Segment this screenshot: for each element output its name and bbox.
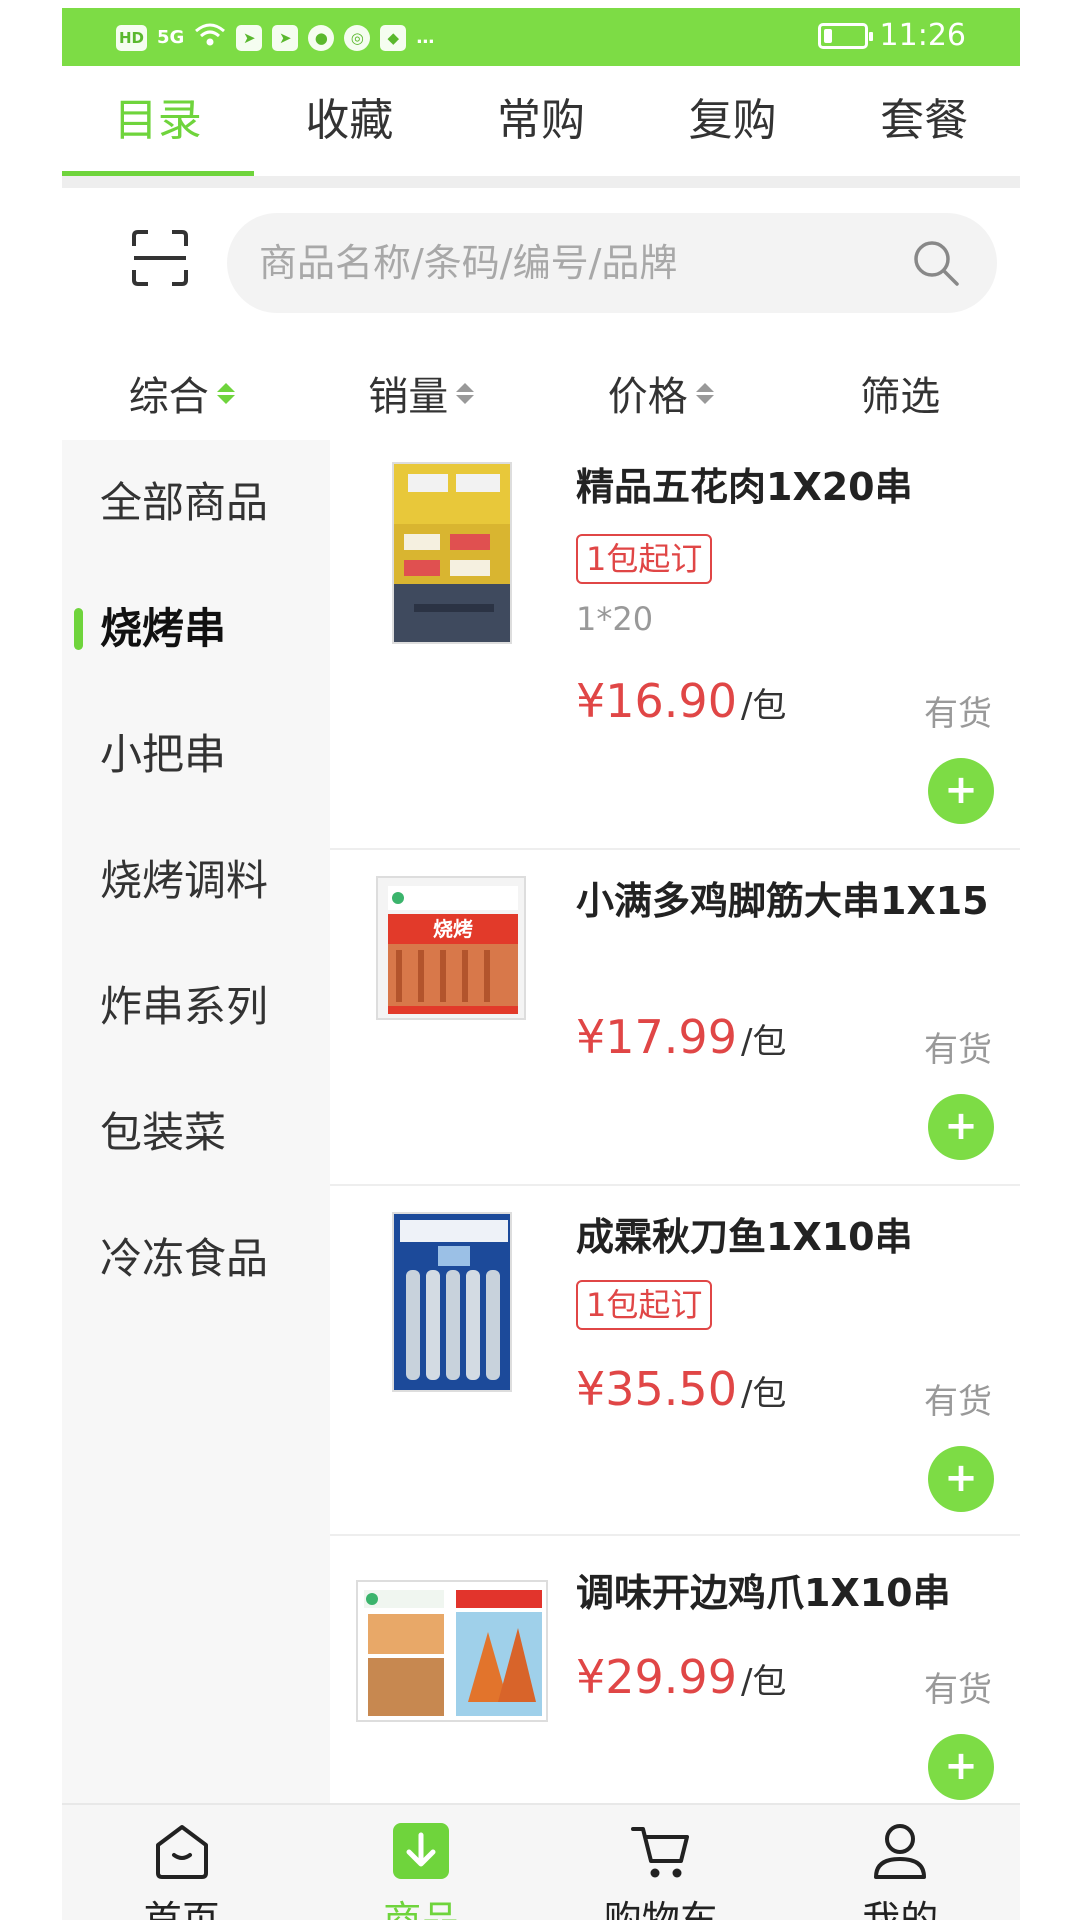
goods-icon <box>393 1823 450 1879</box>
stock-status: 有货 <box>924 1382 992 1422</box>
clock: 11:26 <box>879 18 966 53</box>
divider <box>62 176 1020 188</box>
category-bbq-seasoning[interactable]: 烧烤调料 <box>62 818 330 944</box>
nav-mine[interactable]: 我的 <box>781 1805 1021 1920</box>
product-price: ¥16.90/包 <box>576 674 786 728</box>
stock-status: 有货 <box>924 1670 992 1710</box>
search-icon[interactable] <box>911 238 961 288</box>
product-spec: 1*20 <box>576 600 654 638</box>
battery-icon <box>817 22 873 49</box>
add-to-cart-button[interactable]: + <box>928 1446 994 1512</box>
category-packaged-dishes[interactable]: 包装菜 <box>62 1070 330 1196</box>
tab-combo[interactable]: 套餐 <box>828 66 1020 176</box>
product-card[interactable]: 精品五花肉1X20串 1包起订 1*20 ¥16.90/包 有货 + <box>330 440 1020 850</box>
price-unit: /包 <box>740 1022 787 1062</box>
price-unit: /包 <box>740 1662 787 1702</box>
status-icons-left: HD 5G ➤ ➤ ● ◎ ◆ … <box>116 22 434 53</box>
home-icon <box>155 1825 208 1879</box>
add-to-cart-button[interactable]: + <box>928 1734 994 1800</box>
nav-cart[interactable]: 购物车 <box>541 1805 781 1920</box>
add-to-cart-button[interactable]: + <box>928 758 994 824</box>
more-notifications-icon: … <box>416 27 435 48</box>
app-screen: HD 5G ➤ ➤ ● ◎ ◆ … 11:26 目录 收藏 常购 复购 套餐 商… <box>62 8 1020 1920</box>
price-value: ¥29.99 <box>576 1650 737 1704</box>
category-all[interactable]: 全部商品 <box>62 440 330 566</box>
tab-rebuy[interactable]: 复购 <box>637 66 829 176</box>
stock-status: 有货 <box>924 1030 992 1070</box>
product-image[interactable] <box>392 462 512 644</box>
sort-price[interactable]: 价格 <box>541 348 781 438</box>
min-order-badge: 1包起订 <box>576 1280 713 1330</box>
category-sidebar: 全部商品 烧烤串 小把串 烧烤调料 炸串系列 包装菜 冷冻食品 <box>62 440 330 1810</box>
stock-status: 有货 <box>924 694 992 734</box>
telegram-icon: ➤ <box>272 24 299 51</box>
search-input[interactable] <box>259 213 879 313</box>
min-order-badge: 1包起订 <box>576 534 713 584</box>
app-icon: ● <box>308 24 335 51</box>
search-bar[interactable] <box>227 213 997 313</box>
tab-favorites[interactable]: 收藏 <box>254 66 446 176</box>
category-bbq-skewers[interactable]: 烧烤串 <box>62 566 330 692</box>
price-unit: /包 <box>740 686 787 726</box>
price-unit: /包 <box>740 1374 787 1414</box>
sort-arrows-icon <box>695 382 714 404</box>
price-value: ¥35.50 <box>576 1362 737 1416</box>
status-bar: HD 5G ➤ ➤ ● ◎ ◆ … 11:26 <box>62 8 1020 66</box>
sort-label: 价格 <box>607 374 688 420</box>
product-card[interactable]: 烧烤 小满多鸡脚筋大串1X15 ¥17.99/包 有货 + <box>330 850 1020 1186</box>
user-icon <box>874 1824 927 1879</box>
product-name[interactable]: 成霖秋刀鱼1X10串 <box>576 1212 996 1262</box>
add-to-cart-button[interactable]: + <box>928 1094 994 1160</box>
battery-level <box>823 28 832 43</box>
product-card[interactable]: 成霖秋刀鱼1X10串 1包起订 ¥35.50/包 有货 + <box>330 1186 1020 1536</box>
category-frozen-food[interactable]: 冷冻食品 <box>62 1196 330 1322</box>
hd-icon: HD <box>116 24 148 51</box>
filter-label: 筛选 <box>860 374 941 420</box>
top-tabs: 目录 收藏 常购 复购 套餐 <box>62 66 1020 176</box>
nav-label: 我的 <box>862 1898 939 1920</box>
scan-icon[interactable] <box>130 228 190 288</box>
price-value: ¥16.90 <box>576 674 737 728</box>
telegram-icon: ➤ <box>236 24 263 51</box>
cart-icon <box>630 1827 689 1878</box>
product-price: ¥29.99/包 <box>576 1650 786 1704</box>
app-icon: ◆ <box>380 24 407 51</box>
status-icons-right: 11:26 <box>817 18 966 53</box>
product-card[interactable]: 调味开边鸡爪1X10串 ¥29.99/包 有货 + <box>330 1536 1020 1810</box>
nav-home[interactable]: 首页 <box>62 1805 302 1920</box>
product-name[interactable]: 调味开边鸡爪1X10串 <box>576 1568 996 1618</box>
app-icon: ◎ <box>344 24 371 51</box>
product-image[interactable] <box>392 1212 512 1392</box>
wifi-icon <box>194 22 226 53</box>
sort-sales[interactable]: 销量 <box>302 348 542 438</box>
nav-label: 购物车 <box>603 1898 718 1920</box>
nav-goods[interactable]: 商品 <box>302 1805 542 1920</box>
product-name[interactable]: 精品五花肉1X20串 <box>576 462 996 512</box>
nav-label: 首页 <box>143 1898 220 1920</box>
tab-catalog[interactable]: 目录 <box>62 66 254 176</box>
product-image[interactable]: 烧烤 <box>376 876 526 1020</box>
sort-label: 综合 <box>128 374 209 420</box>
price-value: ¥17.99 <box>576 1010 737 1064</box>
category-small-skewers[interactable]: 小把串 <box>62 692 330 818</box>
sort-comprehensive[interactable]: 综合 <box>62 348 302 438</box>
sort-arrows-icon <box>456 382 475 404</box>
product-list: 精品五花肉1X20串 1包起订 1*20 ¥16.90/包 有货 + 烧烤 小满… <box>330 440 1020 1810</box>
product-image[interactable] <box>356 1580 548 1722</box>
sort-bar: 综合 销量 价格 筛选 <box>62 348 1020 438</box>
filter-button[interactable]: 筛选 <box>781 348 1021 438</box>
nav-label: 商品 <box>383 1898 460 1920</box>
product-name[interactable]: 小满多鸡脚筋大串1X15 <box>576 876 996 926</box>
sort-arrows-icon <box>216 382 235 404</box>
bottom-nav: 首页 商品 购物车 我的 <box>62 1803 1020 1920</box>
tab-frequent[interactable]: 常购 <box>445 66 637 176</box>
product-price: ¥17.99/包 <box>576 1010 786 1064</box>
signal-icon: 5G <box>157 27 185 48</box>
product-price: ¥35.50/包 <box>576 1362 786 1416</box>
category-fried-skewers[interactable]: 炸串系列 <box>62 944 330 1070</box>
sort-label: 销量 <box>368 374 449 420</box>
svg-text:烧烤: 烧烤 <box>433 917 473 941</box>
